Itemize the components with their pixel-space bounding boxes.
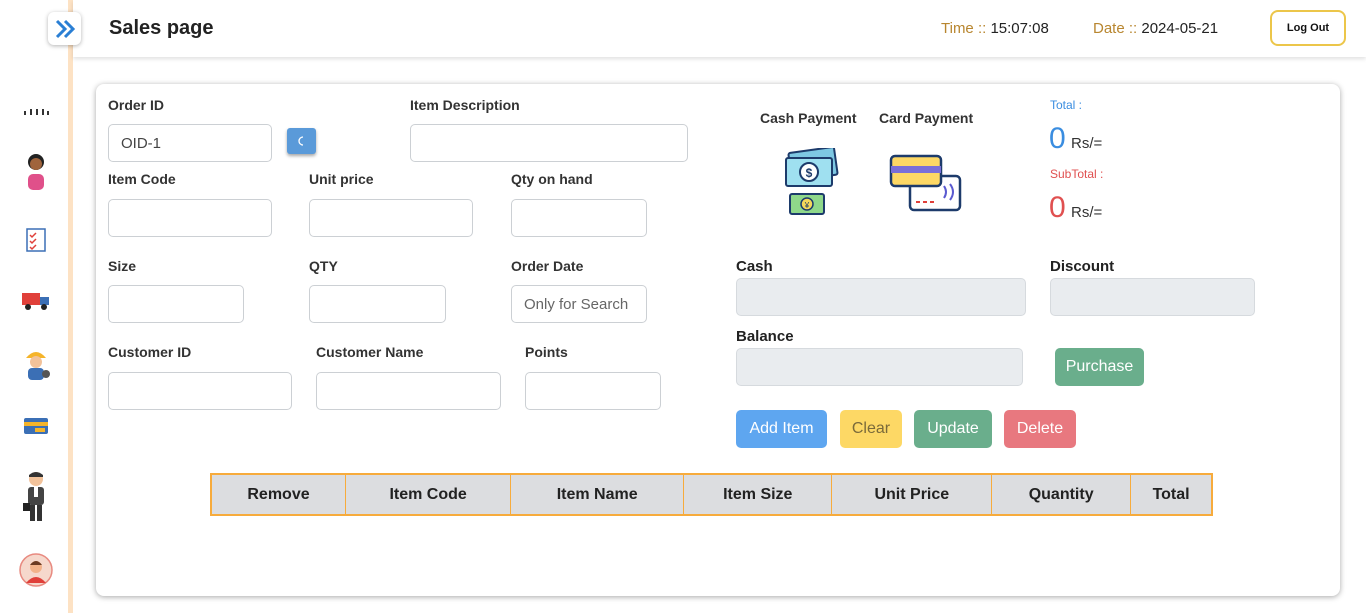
qty-on-hand-label: Qty on hand	[511, 171, 593, 187]
sidebar-item-dashboard[interactable]	[18, 92, 54, 132]
customer-id-input[interactable]	[108, 372, 292, 410]
sidebar-divider	[68, 0, 73, 613]
total-label: Total :	[1050, 98, 1083, 112]
subtotal-label: SubTotal :	[1050, 167, 1104, 181]
unit-price-label: Unit price	[309, 171, 374, 187]
order-id-input[interactable]	[108, 124, 272, 162]
balance-label: Balance	[736, 328, 794, 345]
subtotal-unit: Rs/=	[1071, 204, 1103, 221]
clear-button[interactable]: Clear	[840, 410, 902, 448]
column-header-item-code: Item Code	[344, 473, 512, 516]
sidebar-item-payment[interactable]	[18, 406, 54, 446]
customer-id-label: Customer ID	[108, 344, 192, 360]
purchase-button[interactable]: Purchase	[1055, 348, 1144, 386]
sidebar-item-profile[interactable]	[18, 550, 54, 590]
points-input[interactable]	[525, 372, 661, 410]
qty-input[interactable]	[309, 285, 446, 323]
worker-icon	[26, 352, 50, 380]
checklist-icon	[26, 228, 46, 252]
item-code-input[interactable]	[108, 199, 272, 237]
table-header-row: Remove Item Code Item Name Item Size Uni…	[210, 473, 1213, 516]
top-header: Sales page Time :: 15:07:08 Date :: 2024…	[73, 0, 1366, 57]
date-value: 2024-05-21	[1141, 20, 1219, 37]
size-label: Size	[108, 258, 137, 274]
order-id-label: Order ID	[108, 97, 165, 113]
cash-payment-option[interactable]: $ ¥	[782, 146, 840, 221]
date-display: Date :: 2024-05-21	[1093, 20, 1218, 37]
card-payment-option[interactable]	[888, 154, 964, 219]
double-chevron-right-icon	[55, 19, 75, 38]
add-item-button[interactable]: Add Item	[736, 410, 827, 448]
logout-button[interactable]: Log Out	[1270, 10, 1346, 46]
cash-payment-label: Cash Payment	[760, 110, 857, 126]
avatar-icon	[19, 553, 53, 587]
cash-input[interactable]	[736, 278, 1026, 316]
time-display: Time :: 15:07:08	[941, 20, 1049, 37]
column-header-quantity: Quantity	[991, 473, 1132, 516]
sidebar-item-delivery[interactable]	[18, 281, 54, 321]
column-header-total: Total	[1130, 473, 1213, 516]
credit-card-icon	[889, 154, 962, 212]
customer-name-input[interactable]	[316, 372, 501, 410]
customer-name-label: Customer Name	[316, 344, 424, 360]
order-search-button[interactable]	[287, 128, 316, 154]
column-header-remove: Remove	[210, 473, 346, 516]
column-header-unit-price: Unit Price	[831, 473, 993, 516]
qty-on-hand-input[interactable]	[511, 199, 647, 237]
date-label: Date ::	[1093, 20, 1142, 37]
total-value: 0	[1049, 122, 1066, 155]
item-description-label: Item Description	[410, 97, 520, 113]
sidebar-toggle-button[interactable]	[48, 12, 81, 45]
item-description-input[interactable]	[410, 124, 688, 162]
subtotal-value: 0	[1049, 191, 1066, 224]
discount-label: Discount	[1050, 258, 1115, 275]
sidebar-item-supplier[interactable]	[18, 468, 54, 524]
dots-icon	[24, 109, 49, 115]
column-header-item-size: Item Size	[683, 473, 833, 516]
person-icon	[28, 154, 44, 190]
delete-button[interactable]: Delete	[1004, 410, 1076, 448]
card-icon	[24, 418, 48, 434]
truck-icon	[22, 293, 49, 310]
balance-input[interactable]	[736, 348, 1023, 386]
cash-label: Cash	[736, 258, 773, 275]
points-label: Points	[525, 344, 568, 360]
order-date-label: Order Date	[511, 258, 584, 274]
businessman-icon	[23, 472, 44, 521]
sidebar-item-orders[interactable]	[18, 220, 54, 260]
total-unit: Rs/=	[1071, 135, 1103, 152]
time-value: 15:07:08	[990, 20, 1049, 37]
item-code-label: Item Code	[108, 171, 176, 187]
cash-money-icon: $ ¥	[785, 146, 839, 215]
sales-form-card: Order ID Item Description Item Code Unit…	[96, 84, 1340, 596]
unit-price-input[interactable]	[309, 199, 473, 237]
order-items-table: Remove Item Code Item Name Item Size Uni…	[210, 473, 1213, 516]
time-label: Time ::	[941, 20, 991, 37]
sidebar-item-customer[interactable]	[18, 152, 54, 192]
size-input[interactable]	[108, 285, 244, 323]
sidebar-item-employee[interactable]	[18, 344, 54, 384]
update-button[interactable]: Update	[914, 410, 992, 448]
svg-text:$: $	[806, 166, 813, 180]
column-header-item-name: Item Name	[510, 473, 685, 516]
discount-input[interactable]	[1050, 278, 1255, 316]
page-title: Sales page	[109, 17, 214, 39]
refresh-icon	[297, 136, 303, 146]
qty-label: QTY	[309, 258, 338, 274]
card-payment-label: Card Payment	[879, 110, 974, 126]
order-date-input[interactable]	[511, 285, 647, 323]
svg-text:¥: ¥	[804, 201, 810, 210]
